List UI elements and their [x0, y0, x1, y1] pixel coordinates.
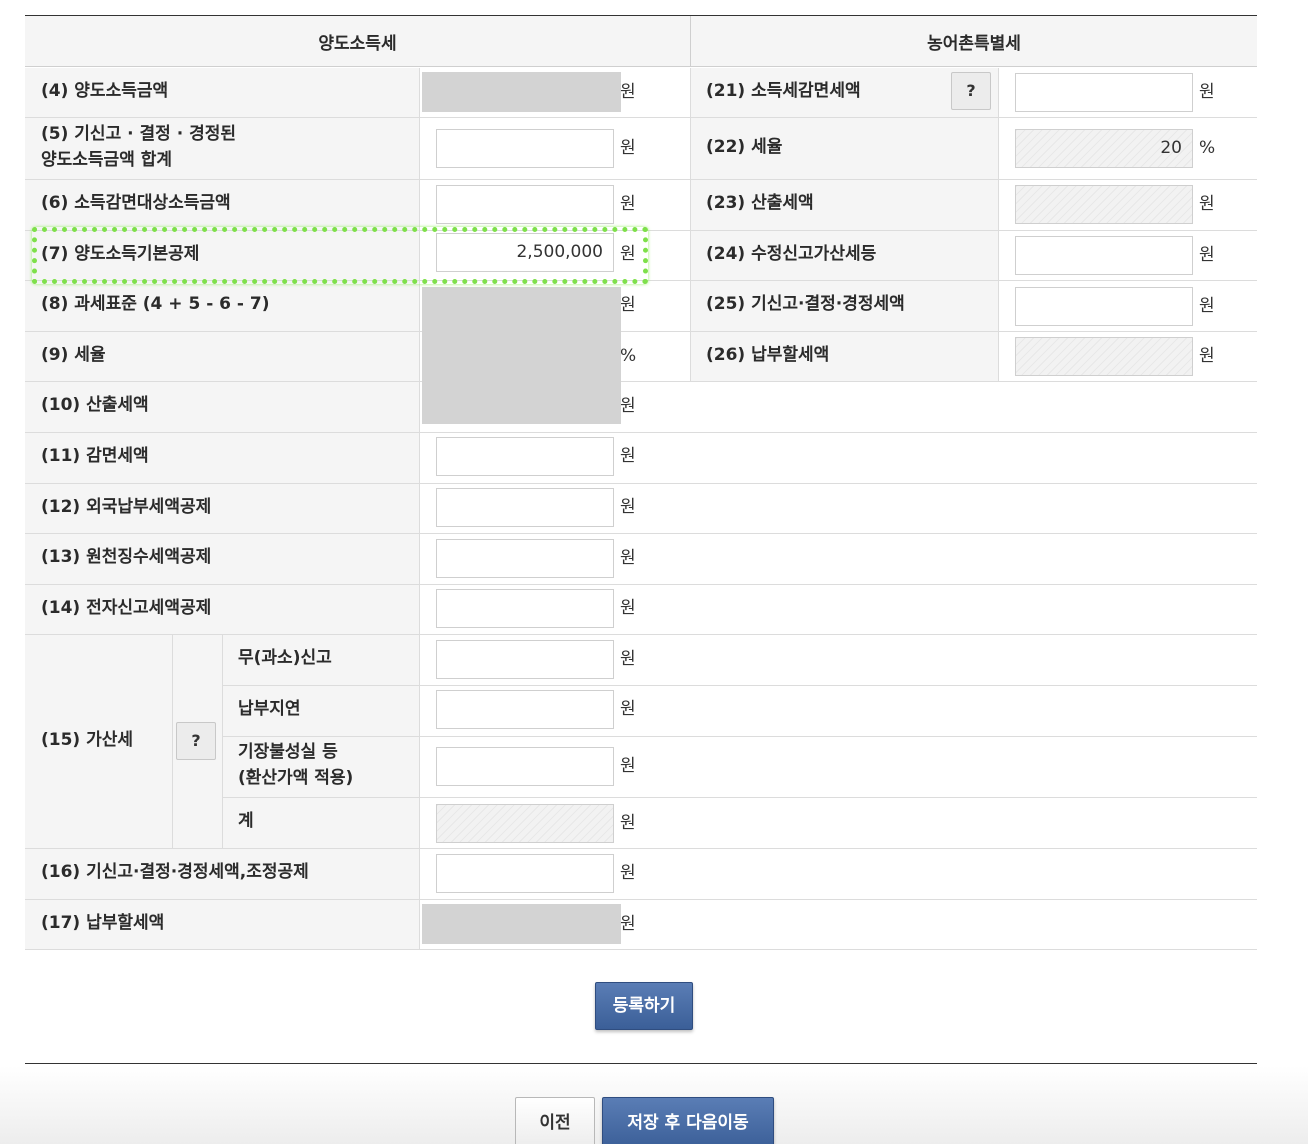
input-special-tax-payable: [1015, 337, 1193, 376]
row-line: [25, 949, 1257, 950]
footer-divider: [25, 1063, 1257, 1064]
unit-won: 원: [620, 138, 636, 158]
label-tax-reduction: (11) 감면세액: [41, 446, 149, 466]
input-reduction-target-income[interactable]: [436, 185, 614, 224]
unit-won: 원: [1199, 346, 1215, 366]
input-foreign-tax-credit[interactable]: [436, 488, 614, 527]
label-previous-gains-total-l1: (5) 기신고 · 결정 · 경정된: [41, 124, 236, 144]
penalty-divider-1: [172, 635, 173, 848]
label-penalty-late-payment: 납부지연: [238, 699, 301, 719]
unit-won: 원: [1199, 82, 1215, 102]
row-line: [25, 584, 1257, 585]
row-line: [222, 797, 1257, 798]
header-rural-special-tax: 농어촌특별세: [691, 16, 1257, 67]
input-penalty-late-payment[interactable]: [436, 690, 614, 729]
row-line: [222, 685, 1257, 686]
unit-won: 원: [620, 598, 636, 618]
label-penalty-bookkeeping-l2: (환산가액 적용): [238, 768, 354, 788]
input-withholding-credit[interactable]: [436, 539, 614, 578]
row-line: [25, 634, 1257, 635]
label-penalty-tax: (15) 가산세: [41, 730, 134, 750]
input-previous-tax-adjustment[interactable]: [436, 854, 614, 893]
prev-button[interactable]: 이전: [515, 1097, 595, 1144]
input-penalty-bookkeeping[interactable]: [436, 747, 614, 786]
header-capital-gains-tax: 양도소득세: [25, 16, 690, 67]
input-penalty-total: [436, 804, 614, 843]
header-divider: [690, 16, 691, 67]
highlight-basic-deduction: [32, 227, 648, 284]
unit-won: 원: [620, 914, 636, 934]
right-value-divider: [998, 68, 999, 381]
unit-won: 원: [620, 548, 636, 568]
input-special-previous-tax[interactable]: [1015, 287, 1193, 326]
row-line: [25, 381, 1257, 382]
penalty-divider-2: [222, 635, 223, 848]
label-tax-rate: (9) 세율: [41, 345, 106, 365]
input-tax-reduction[interactable]: [436, 437, 614, 476]
unit-won: 원: [620, 446, 636, 466]
label-special-calculated-tax: (23) 산출세액: [706, 193, 814, 213]
unit-won: 원: [620, 756, 636, 776]
label-previous-gains-total-l2: 양도소득금액 합계: [41, 150, 173, 170]
label-special-tax-payable: (26) 납부할세액: [706, 345, 830, 365]
row-line: [25, 331, 1257, 332]
input-penalty-non-filing[interactable]: [436, 640, 614, 679]
label-amended-penalty: (24) 수정신고가산세등: [706, 244, 877, 264]
row-line: [222, 736, 1257, 737]
label-special-tax-rate: (22) 세율: [706, 137, 783, 157]
input-e-filing-credit[interactable]: [436, 589, 614, 628]
middle-divider: [690, 68, 691, 381]
unit-won: 원: [620, 295, 636, 315]
input-previous-gains-total[interactable]: [436, 129, 614, 168]
unit-won: 원: [620, 194, 636, 214]
unit-won: 원: [620, 497, 636, 517]
left-value-divider: [419, 68, 420, 949]
row-line: [25, 432, 1257, 433]
unit-won: 원: [1199, 296, 1215, 316]
penalty-help-button[interactable]: ?: [176, 722, 216, 760]
input-amended-penalty[interactable]: [1015, 236, 1193, 275]
row-line: [25, 533, 1257, 534]
label-penalty-non-filing: 무(과소)신고: [238, 648, 332, 668]
unit-won: 원: [620, 699, 636, 719]
label-penalty-bookkeeping-l1: 기장불성실 등: [238, 742, 338, 762]
unit-won: 원: [1199, 245, 1215, 265]
label-tax-base: (8) 과세표준 (4 + 5 - 6 - 7): [41, 294, 270, 314]
label-e-filing-credit: (14) 전자신고세액공제: [41, 598, 212, 618]
save-next-button[interactable]: 저장 후 다음이동: [602, 1097, 774, 1144]
input-special-tax-rate: 20: [1015, 129, 1193, 168]
unit-percent: %: [1199, 138, 1216, 158]
redacted-value-17: [422, 904, 621, 944]
label-capital-gains-amount: (4) 양도소득금액: [41, 81, 169, 101]
redacted-value-4: [422, 72, 621, 112]
income-tax-reduction-help-button[interactable]: ?: [951, 72, 991, 110]
unit-won: 원: [620, 813, 636, 833]
input-income-tax-reduction[interactable]: [1015, 73, 1193, 112]
unit-won: 원: [620, 396, 636, 416]
register-button[interactable]: 등록하기: [595, 982, 693, 1030]
row-line: [25, 899, 1257, 900]
row-line: [25, 179, 1257, 180]
row-line: [25, 117, 1257, 118]
unit-won: 원: [1199, 194, 1215, 214]
label-withholding-credit: (13) 원천징수세액공제: [41, 547, 212, 567]
label-calculated-tax: (10) 산출세액: [41, 395, 149, 415]
label-special-previous-tax: (25) 기신고·결정·경정세액: [706, 294, 905, 314]
unit-won: 원: [620, 649, 636, 669]
right-label-column: [691, 68, 998, 381]
row-line: [25, 483, 1257, 484]
label-previous-tax-adjustment: (16) 기신고·결정·경정세액,조정공제: [41, 862, 309, 882]
label-penalty-total: 계: [238, 811, 254, 831]
redacted-values-8-10: [422, 287, 621, 424]
label-income-tax-reduction: (21) 소득세감면세액: [706, 81, 861, 101]
row-line: [25, 848, 1257, 849]
label-reduction-target-income: (6) 소득감면대상소득금액: [41, 193, 231, 213]
unit-won: 원: [620, 82, 636, 102]
label-tax-payable: (17) 납부할세액: [41, 913, 165, 933]
unit-won: 원: [620, 863, 636, 883]
unit-percent: %: [620, 346, 637, 366]
label-foreign-tax-credit: (12) 외국납부세액공제: [41, 497, 212, 517]
input-special-calculated-tax: [1015, 185, 1193, 224]
